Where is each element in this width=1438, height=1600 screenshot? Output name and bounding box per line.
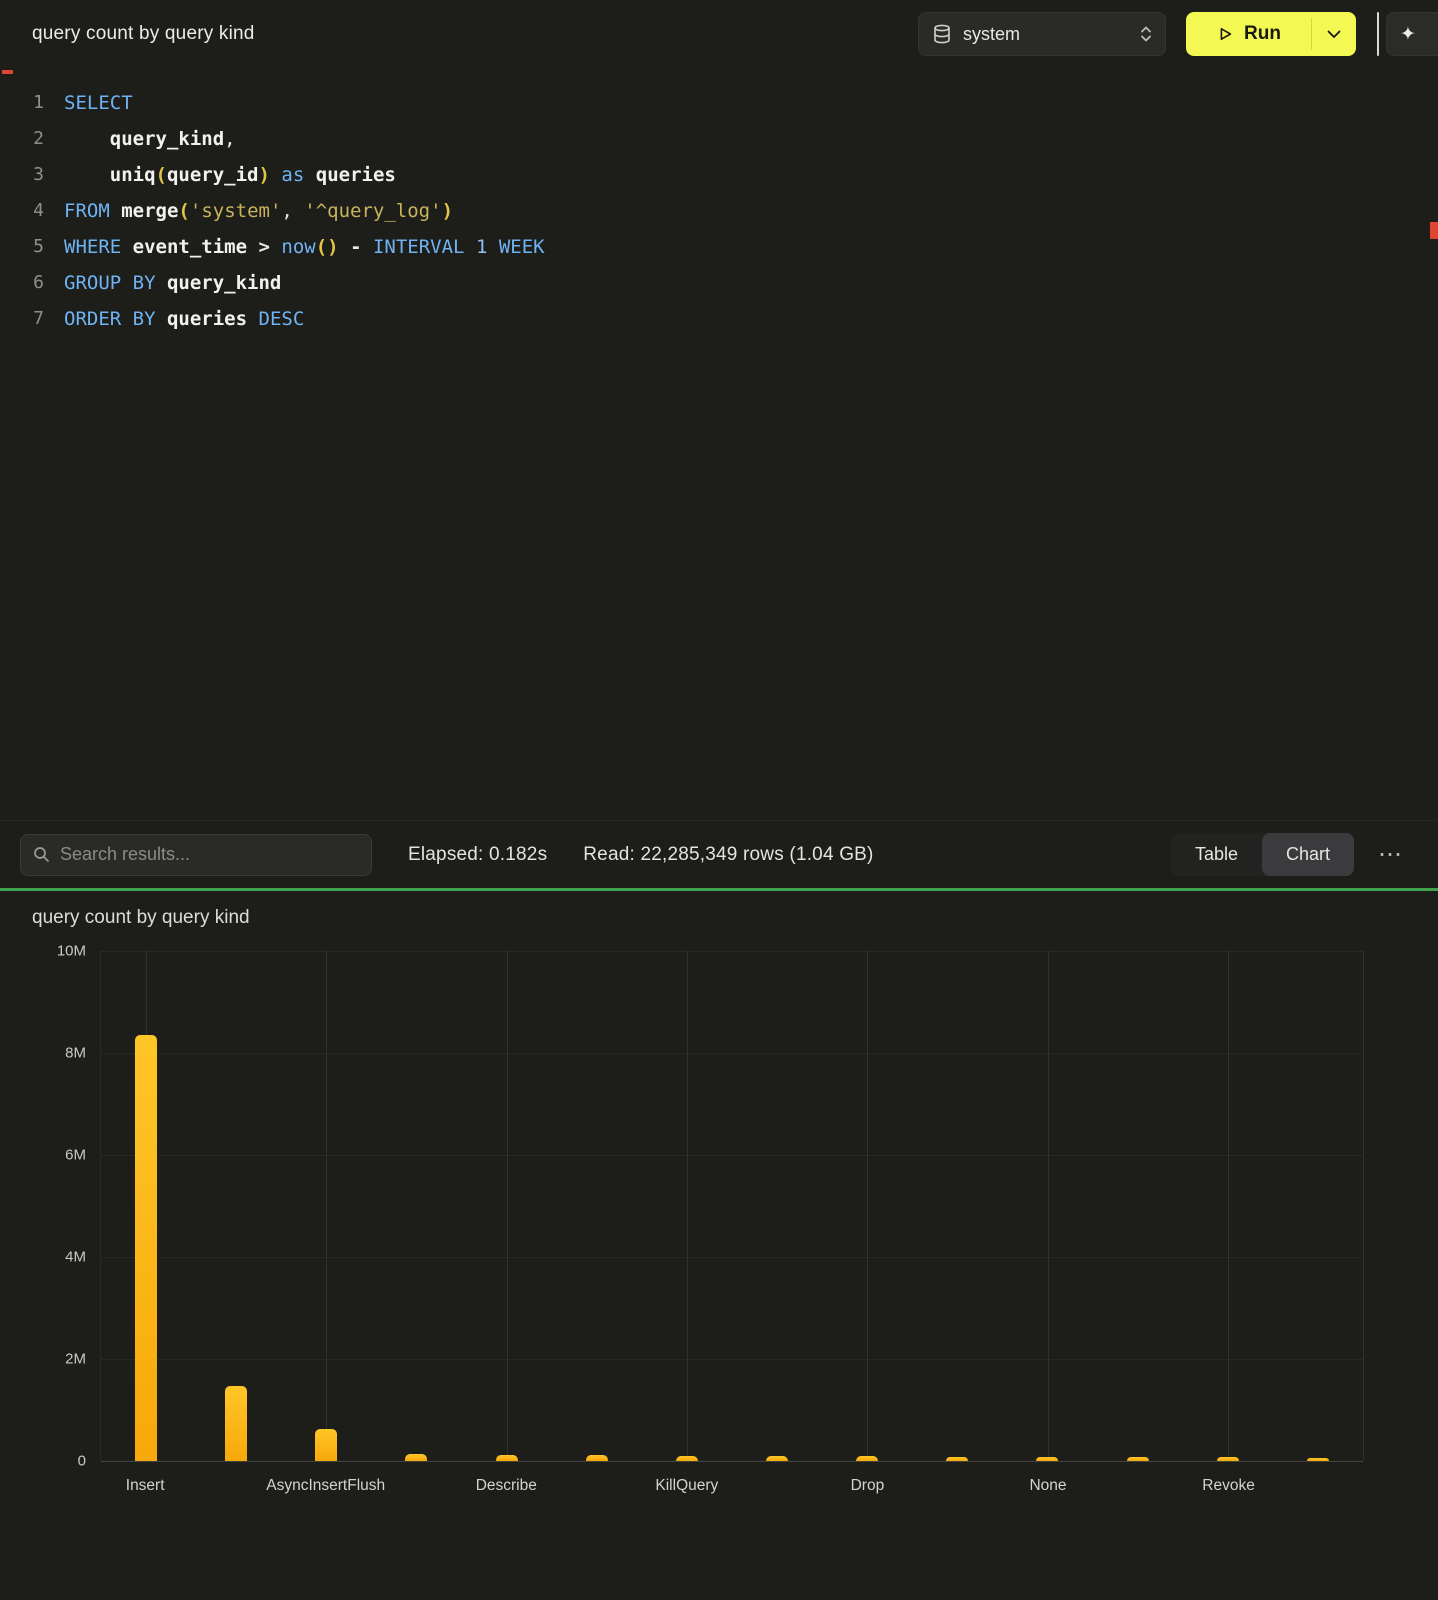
scrollbar-error-marker-icon <box>1430 222 1438 239</box>
code-line: 5WHERE event_time > now() - INTERVAL 1 W… <box>0 229 1438 265</box>
bar-None <box>1036 1457 1058 1461</box>
x-tick-label: Revoke <box>1202 1477 1255 1495</box>
top-bar-controls: system Run <box>918 12 1438 56</box>
y-tick-label: 2M <box>0 1351 86 1368</box>
bars <box>101 951 1363 1461</box>
top-bar: query count by query kind system <box>0 0 1438 68</box>
run-button-label: Run <box>1244 23 1281 45</box>
search-icon <box>33 846 50 863</box>
run-button[interactable]: Run <box>1186 12 1311 56</box>
bar-KillQuery <box>676 1456 698 1461</box>
code-line: 7ORDER BY queries DESC <box>0 301 1438 337</box>
bar-col-9 <box>946 1457 968 1461</box>
code-line: 2 query_kind, <box>0 121 1438 157</box>
sparkle-icon: ✦ <box>1400 23 1416 46</box>
bar-col-5 <box>586 1455 608 1461</box>
run-button-group: Run <box>1186 12 1356 56</box>
header-divider <box>1377 12 1379 56</box>
y-tick-label: 6M <box>0 1147 86 1164</box>
code-line: 4FROM merge('system', '^query_log') <box>0 193 1438 229</box>
code-line: 3 uniq(query_id) as queries <box>0 157 1438 193</box>
x-tick-label: Describe <box>476 1477 537 1495</box>
view-toggle: Table Chart <box>1171 833 1354 876</box>
plot-area <box>100 951 1364 1461</box>
error-marker-icon <box>2 70 13 74</box>
chart-body: 10M8M6M4M2M0 InsertAsyncInsertFlushDescr… <box>0 951 1438 1513</box>
extra-action-button[interactable]: ✦ <box>1386 12 1438 56</box>
y-tick-label: 10M <box>0 943 86 960</box>
x-tick-label: KillQuery <box>655 1477 718 1495</box>
y-tick-label: 0 <box>0 1453 86 1470</box>
run-dropdown-button[interactable] <box>1312 12 1356 56</box>
results-toolbar-right: Table Chart ⋯ <box>1171 833 1418 876</box>
bar-Revoke <box>1217 1457 1239 1461</box>
play-icon <box>1216 25 1234 43</box>
sql-editor[interactable]: 1SELECT2 query_kind,3 uniq(query_id) as … <box>0 68 1438 820</box>
search-results-input[interactable] <box>60 844 359 865</box>
y-tick-label: 4M <box>0 1249 86 1266</box>
more-options-icon[interactable]: ⋯ <box>1378 850 1402 860</box>
bar-AsyncInsertFlush <box>315 1429 337 1461</box>
y-tick-label: 8M <box>0 1045 86 1062</box>
code-line: 1SELECT <box>0 85 1438 121</box>
bar-col-1 <box>225 1386 247 1461</box>
query-title: query count by query kind <box>32 23 255 45</box>
database-selector-value: system <box>963 24 1127 45</box>
bar-col-3 <box>405 1454 427 1461</box>
x-axis-labels: Insert AsyncInsertFlush Describe KillQuery D… <box>100 1461 1364 1513</box>
code-lines: 1SELECT2 query_kind,3 uniq(query_id) as … <box>0 85 1438 337</box>
bar-col-13 <box>1307 1458 1329 1461</box>
bar-Drop <box>856 1456 878 1461</box>
select-chevrons-icon <box>1139 24 1153 44</box>
search-box <box>20 834 372 876</box>
code-line: 6GROUP BY query_kind <box>0 265 1438 301</box>
bar-col-11 <box>1127 1457 1149 1461</box>
x-tick-label: AsyncInsertFlush <box>266 1477 385 1495</box>
x-tick-label: Insert <box>126 1477 165 1495</box>
chart-panel: query count by query kind 10M 8M 6M 4M 2M 0 I… <box>0 891 1438 1600</box>
bar-col-7 <box>766 1456 788 1461</box>
tab-chart[interactable]: Chart <box>1262 833 1354 876</box>
database-selector[interactable]: system <box>918 12 1166 56</box>
x-tick-label: Drop <box>851 1477 885 1495</box>
read-stat: Read: 22,285,349 rows (1.04 GB) <box>583 844 873 866</box>
tab-table[interactable]: Table <box>1171 833 1262 876</box>
x-tick-label: None <box>1029 1477 1066 1495</box>
database-icon <box>933 24 951 44</box>
chart-title: query count by query kind <box>0 891 1438 929</box>
y-axis-labels: 10M8M6M4M2M0 <box>0 951 86 1461</box>
results-toolbar: Elapsed: 0.182s Read: 22,285,349 rows (1… <box>0 820 1438 888</box>
elapsed-stat: Elapsed: 0.182s <box>408 844 547 866</box>
bar-Insert <box>135 1035 157 1461</box>
bar-Describe <box>496 1455 518 1461</box>
